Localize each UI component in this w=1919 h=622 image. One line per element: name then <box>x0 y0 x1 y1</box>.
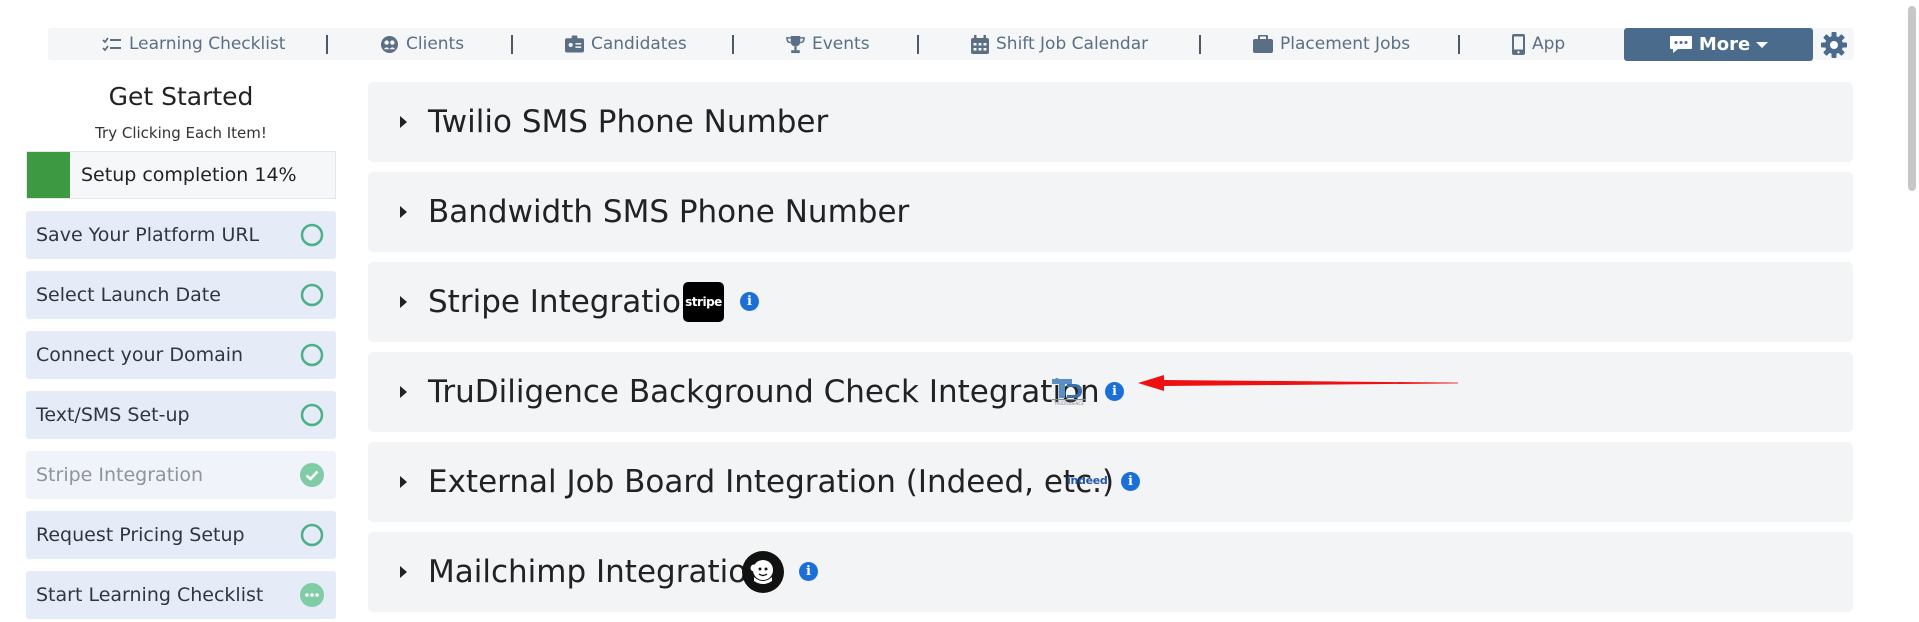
caret-right-icon <box>400 296 407 308</box>
caret-right-icon <box>400 476 407 488</box>
step-label: Stripe Integration <box>36 464 204 486</box>
panel-title: Twilio SMS Phone Number <box>428 104 829 140</box>
more-dots-circle-icon <box>300 583 324 607</box>
step-label: Request Pricing Setup <box>36 524 245 546</box>
step-stripe-integration[interactable]: Stripe Integration <box>26 451 336 499</box>
incomplete-circle-icon <box>300 283 324 307</box>
step-text-sms-setup[interactable]: Text/SMS Set-up <box>26 391 336 439</box>
id-badge-icon <box>565 35 584 53</box>
more-button-label: More <box>1698 34 1751 55</box>
caret-right-icon <box>400 116 407 128</box>
clients-icon <box>380 35 399 53</box>
nav-item-events[interactable]: Events <box>786 28 870 60</box>
nav-divider <box>1458 35 1460 54</box>
trophy-icon <box>786 35 805 53</box>
step-label: Text/SMS Set-up <box>36 404 190 426</box>
info-icon[interactable]: i <box>1105 382 1124 401</box>
checklist-icon <box>102 37 121 52</box>
info-icon[interactable]: i <box>740 292 759 311</box>
nav-item-label: Candidates <box>591 34 687 54</box>
info-icon[interactable]: i <box>1121 472 1140 491</box>
nav-item-app[interactable]: App <box>1512 28 1565 60</box>
stripe-logo: stripe <box>683 282 724 322</box>
mailchimp-logo <box>742 551 784 593</box>
panel-bandwidth-sms[interactable]: Bandwidth SMS Phone Number <box>368 172 1853 252</box>
step-label: Save Your Platform URL <box>36 224 260 246</box>
gear-icon[interactable] <box>1820 31 1848 59</box>
incomplete-circle-icon <box>300 523 324 547</box>
panel-title: Mailchimp Integration <box>428 554 767 590</box>
incomplete-circle-icon <box>300 343 324 367</box>
caret-down-icon <box>1756 41 1769 48</box>
nav-divider <box>511 35 513 54</box>
step-label: Connect your Domain <box>36 344 244 366</box>
briefcase-icon <box>1253 35 1273 53</box>
caret-right-icon <box>400 206 407 218</box>
panel-trudiligence-integration[interactable]: TruDiligence Background Check Integratio… <box>368 352 1853 432</box>
progress-label: Setup completion 14% <box>81 164 297 186</box>
progress-fill <box>27 152 71 198</box>
nav-item-label: Events <box>812 34 870 54</box>
more-menu-button[interactable]: More <box>1624 28 1813 61</box>
sidebar-title: Get Started <box>108 82 254 111</box>
incomplete-circle-icon <box>300 223 324 247</box>
nav-item-label: Placement Jobs <box>1280 34 1411 54</box>
nav-divider <box>732 35 734 54</box>
red-arrow-annotation <box>1138 375 1458 391</box>
step-select-launch-date[interactable]: Select Launch Date <box>26 271 336 319</box>
step-save-platform-url[interactable]: Save Your Platform URL <box>26 211 336 259</box>
scrollbar-thumb[interactable] <box>1908 6 1916 191</box>
nav-divider <box>1199 35 1201 54</box>
nav-item-label: Shift Job Calendar <box>996 34 1149 54</box>
caret-right-icon <box>400 566 407 578</box>
nav-divider <box>917 35 919 54</box>
nav-item-label: Learning Checklist <box>129 34 286 54</box>
top-navigation-bar: Learning Checklist Clients Candidates Ev… <box>48 28 1854 60</box>
panel-external-job-board[interactable]: External Job Board Integration (Indeed, … <box>368 442 1853 522</box>
panel-stripe-integration[interactable]: Stripe Integration stripe i <box>368 262 1853 342</box>
panel-twilio-sms[interactable]: Twilio SMS Phone Number <box>368 82 1853 162</box>
panel-title: TruDiligence Background Check Integratio… <box>428 374 1100 410</box>
calendar-icon <box>971 34 989 54</box>
check-circle-icon <box>300 463 324 487</box>
panel-title: Stripe Integration <box>428 284 701 320</box>
step-connect-domain[interactable]: Connect your Domain <box>26 331 336 379</box>
vertical-scrollbar[interactable] <box>1905 0 1919 622</box>
panel-title: External Job Board Integration (Indeed, … <box>428 464 1115 500</box>
panel-mailchimp-integration[interactable]: Mailchimp Integration i <box>368 532 1853 612</box>
step-label: Select Launch Date <box>36 284 221 306</box>
indeed-logo: indeed <box>1067 474 1108 487</box>
nav-item-learning-checklist[interactable]: Learning Checklist <box>102 28 285 60</box>
chat-icon <box>1669 35 1692 53</box>
nav-item-label: Clients <box>406 34 465 54</box>
panel-title: Bandwidth SMS Phone Number <box>428 194 910 230</box>
setup-progress-bar: Setup completion 14% <box>26 151 336 199</box>
step-request-pricing-setup[interactable]: Request Pricing Setup <box>26 511 336 559</box>
incomplete-circle-icon <box>300 403 324 427</box>
info-icon[interactable]: i <box>799 562 818 581</box>
nav-item-candidates[interactable]: Candidates <box>565 28 687 60</box>
caret-right-icon <box>400 386 407 398</box>
nav-item-label: App <box>1532 34 1566 54</box>
nav-item-placement-jobs[interactable]: Placement Jobs <box>1253 28 1410 60</box>
sidebar-subtitle: Try Clicking Each Item! <box>95 124 267 142</box>
nav-item-shift-job-calendar[interactable]: Shift Job Calendar <box>971 28 1148 60</box>
trudiligence-logo-text: TRUDILIGENCE <box>1054 401 1084 406</box>
step-start-learning-checklist[interactable]: Start Learning Checklist <box>26 571 336 619</box>
mobile-icon <box>1512 33 1525 55</box>
nav-item-clients[interactable]: Clients <box>380 28 464 60</box>
nav-divider <box>326 35 328 54</box>
step-label: Start Learning Checklist <box>36 584 264 606</box>
